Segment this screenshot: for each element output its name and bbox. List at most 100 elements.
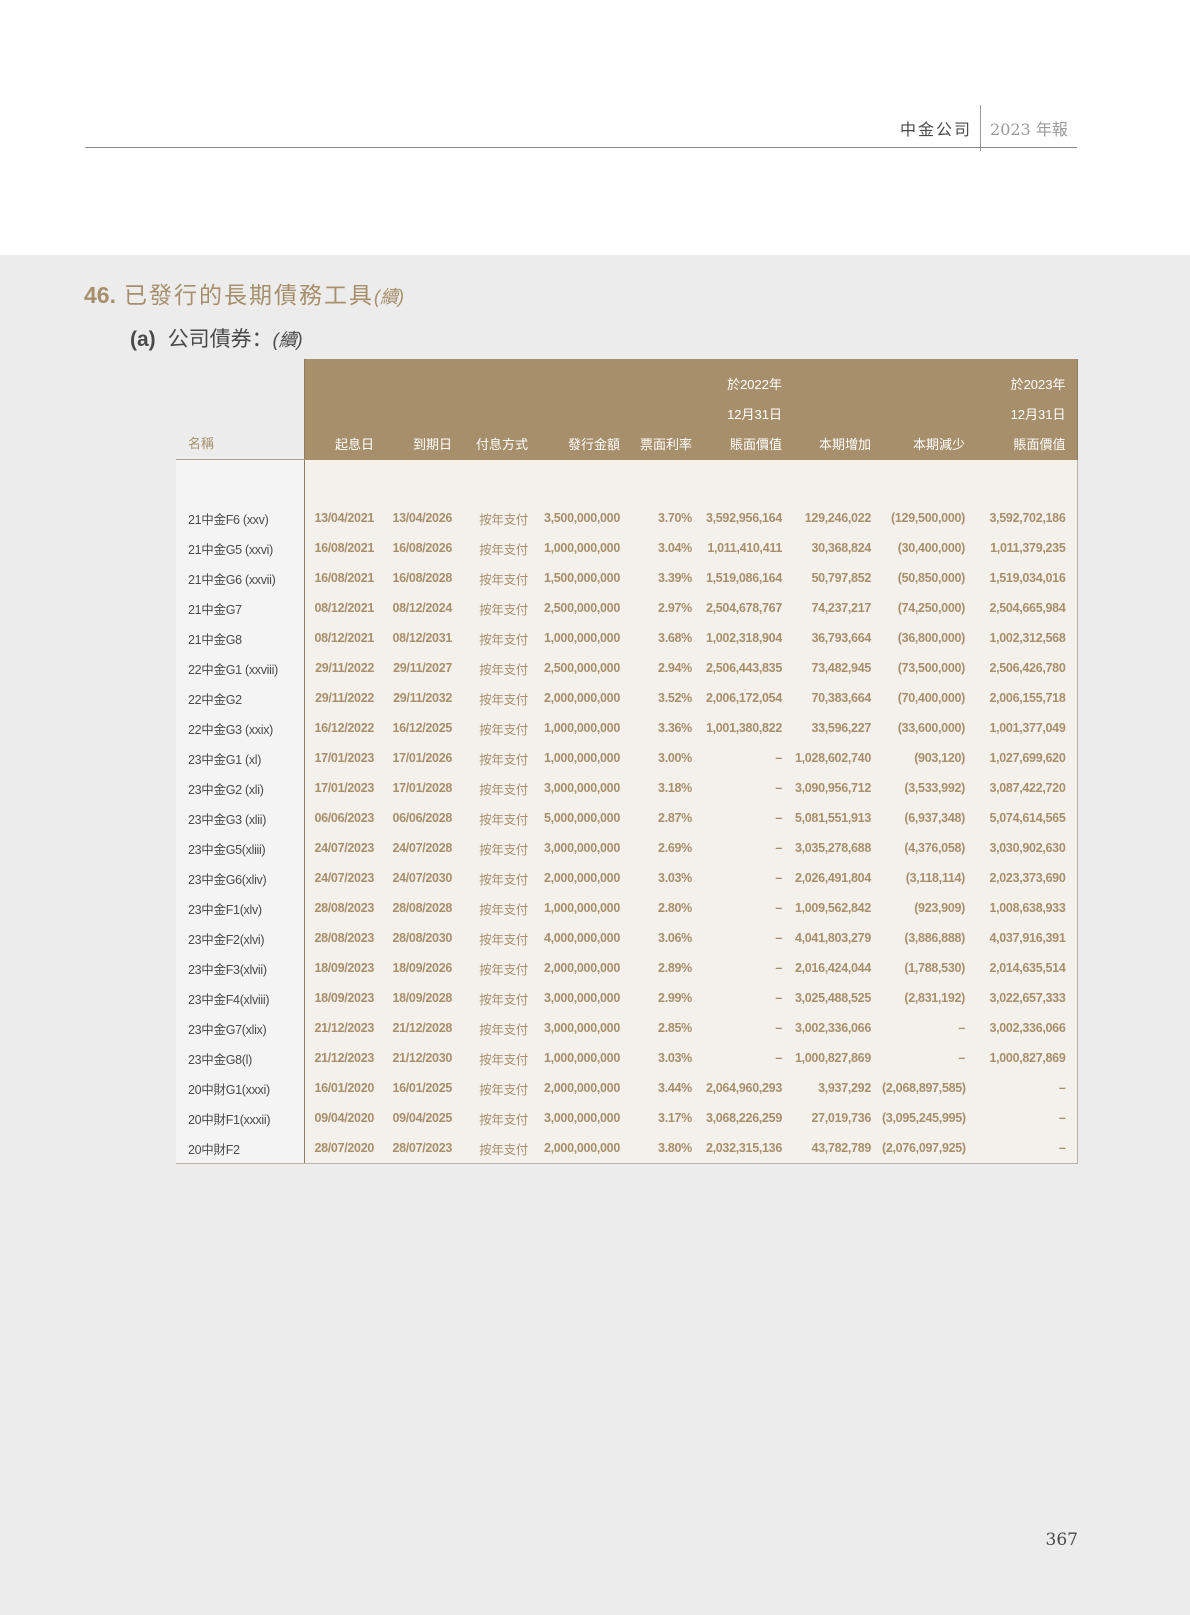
cell-bond-name: 23中金F4(xlviii) [176, 983, 304, 1013]
cell-payment-method: 按年支付 [463, 923, 539, 953]
cell-closing-balance: 2,006,155,718 [976, 683, 1078, 713]
cell-coupon-rate: 3.03% [631, 863, 703, 893]
section-number: 46. [84, 282, 116, 308]
cell-opening-balance: – [703, 833, 793, 863]
cell-issue-amount: 2,000,000,000 [539, 1073, 631, 1103]
cell-increase: 3,035,278,688 [793, 833, 882, 863]
cell-coupon-rate: 3.04% [631, 533, 703, 563]
header-opening-line1: 於2022年 [727, 376, 782, 392]
cell-decrease: (3,886,888) [882, 923, 976, 953]
cell-decrease: (33,600,000) [882, 713, 976, 743]
cell-increase: 50,797,852 [793, 563, 882, 593]
cell-bond-name: 21中金F6 (xxv) [176, 503, 304, 533]
cell-increase: 5,081,551,913 [793, 803, 882, 833]
header-opening-line3: 賬面價值 [729, 436, 782, 452]
cell-payment-method: 按年支付 [463, 563, 539, 593]
cell-increase: 73,482,945 [793, 653, 882, 683]
section-continued: (續) [373, 287, 404, 307]
table-row: 22中金G2 29/11/2022 29/11/2032 按年支付 2,000,000,… [176, 683, 1078, 713]
table-row: 23中金G2 (xli) 17/01/2023 17/01/2028 按年支付 3,00… [176, 773, 1078, 803]
cell-payment-method: 按年支付 [463, 593, 539, 623]
cell-issue-amount: 1,000,000,000 [539, 1043, 631, 1073]
header-start-date: 起息日 [303, 359, 385, 460]
cell-increase: 74,237,217 [793, 593, 882, 623]
cell-bond-name: 23中金F3(xlvii) [176, 953, 304, 983]
spacer-cell [303, 459, 385, 503]
cell-closing-balance: – [976, 1103, 1078, 1133]
cell-bond-name: 23中金G3 (xlii) [176, 803, 304, 833]
table-row: 21中金F6 (xxv) 13/04/2021 13/04/2026 按年支付 3,50… [176, 503, 1078, 533]
table-row: 20中財F1(xxxii) 09/04/2020 09/04/2025 按年支付 3,0… [176, 1103, 1078, 1133]
cell-coupon-rate: 2.85% [631, 1013, 703, 1043]
cell-start-date: 28/08/2023 [303, 893, 385, 923]
cell-decrease: (74,250,000) [882, 593, 976, 623]
cell-closing-balance: 1,027,699,620 [976, 743, 1078, 773]
cell-opening-balance: – [703, 743, 793, 773]
header-payment-method: 付息方式 [463, 359, 539, 460]
cell-bond-name: 21中金G5 (xxvi) [176, 533, 304, 563]
cell-issue-amount: 1,000,000,000 [539, 623, 631, 653]
cell-maturity-date: 24/07/2030 [385, 863, 463, 893]
cell-increase: 1,000,827,869 [793, 1043, 882, 1073]
cell-increase: 30,368,824 [793, 533, 882, 563]
cell-closing-balance: 3,592,702,186 [976, 503, 1078, 533]
cell-start-date: 08/12/2021 [303, 623, 385, 653]
table-row: 21中金G7 08/12/2021 08/12/2024 按年支付 2,500,000,… [176, 593, 1078, 623]
table-row: 23中金G5(xliii) 24/07/2023 24/07/2028 按年支付 3,0… [176, 833, 1078, 863]
cell-payment-method: 按年支付 [463, 743, 539, 773]
header-decrease: 本期減少 [882, 359, 976, 460]
section-title: 已發行的長期債務工具 [123, 282, 374, 308]
cell-opening-balance: – [703, 863, 793, 893]
header-issue-amount: 發行金額 [539, 359, 631, 460]
cell-increase: 27,019,736 [793, 1103, 882, 1133]
table-row: 23中金F2(xlvi) 28/08/2023 28/08/2030 按年支付 4,00… [176, 923, 1078, 953]
cell-opening-balance: 3,592,956,164 [703, 503, 793, 533]
cell-opening-balance: 2,032,315,136 [703, 1133, 793, 1164]
cell-issue-amount: 3,000,000,000 [539, 1013, 631, 1043]
cell-increase: 2,026,491,804 [793, 863, 882, 893]
cell-decrease: (2,076,097,925) [882, 1133, 976, 1164]
table-row: 23中金G3 (xlii) 06/06/2023 06/06/2028 按年支付 5,0… [176, 803, 1078, 833]
header-maturity-date: 到期日 [385, 359, 463, 460]
table-row: 22中金G3 (xxix) 16/12/2022 16/12/2025 按年支付 1,0… [176, 713, 1078, 743]
cell-bond-name: 20中財F1(xxxii) [176, 1103, 304, 1133]
subsection-title: 公司債券： [167, 328, 273, 351]
header-closing-line1: 於2023年 [1010, 376, 1066, 392]
cell-maturity-date: 17/01/2028 [385, 773, 463, 803]
cell-closing-balance: 2,023,373,690 [976, 863, 1078, 893]
running-header: 中金公司 2023 年報 [900, 105, 1068, 151]
cell-coupon-rate: 3.06% [631, 923, 703, 953]
cell-bond-name: 23中金G7(xlix) [176, 1013, 304, 1043]
cell-opening-balance: 2,506,443,835 [703, 653, 793, 683]
cell-payment-method: 按年支付 [463, 863, 539, 893]
cell-coupon-rate: 2.99% [631, 983, 703, 1013]
header-rule [85, 147, 1077, 148]
header-name: 名稱 [176, 359, 304, 460]
cell-start-date: 06/06/2023 [303, 803, 385, 833]
cell-closing-balance: 1,519,034,016 [976, 563, 1078, 593]
spacer-cell [631, 459, 703, 503]
subsection-continued: (續) [272, 330, 303, 350]
cell-coupon-rate: 3.00% [631, 743, 703, 773]
cell-opening-balance: 1,001,380,822 [703, 713, 793, 743]
cell-start-date: 17/01/2023 [303, 773, 385, 803]
cell-decrease: (73,500,000) [882, 653, 976, 683]
cell-maturity-date: 08/12/2031 [385, 623, 463, 653]
cell-increase: 1,009,562,842 [793, 893, 882, 923]
cell-start-date: 16/01/2020 [303, 1073, 385, 1103]
cell-payment-method: 按年支付 [463, 983, 539, 1013]
cell-maturity-date: 21/12/2028 [385, 1013, 463, 1043]
table-row: 21中金G6 (xxvii) 16/08/2021 16/08/2028 按年支付 1,… [176, 563, 1078, 593]
cell-decrease: (30,400,000) [882, 533, 976, 563]
table-row: 23中金F1(xlv) 28/08/2023 28/08/2028 按年支付 1,000… [176, 893, 1078, 923]
cell-start-date: 29/11/2022 [303, 683, 385, 713]
cell-payment-method: 按年支付 [463, 503, 539, 533]
table-row: 21中金G8 08/12/2021 08/12/2031 按年支付 1,000,000,… [176, 623, 1078, 653]
cell-maturity-date: 16/01/2025 [385, 1073, 463, 1103]
cell-issue-amount: 1,000,000,000 [539, 533, 631, 563]
cell-maturity-date: 16/08/2028 [385, 563, 463, 593]
cell-opening-balance: – [703, 773, 793, 803]
cell-maturity-date: 24/07/2028 [385, 833, 463, 863]
cell-issue-amount: 1,000,000,000 [539, 713, 631, 743]
spacer-cell [976, 459, 1078, 503]
